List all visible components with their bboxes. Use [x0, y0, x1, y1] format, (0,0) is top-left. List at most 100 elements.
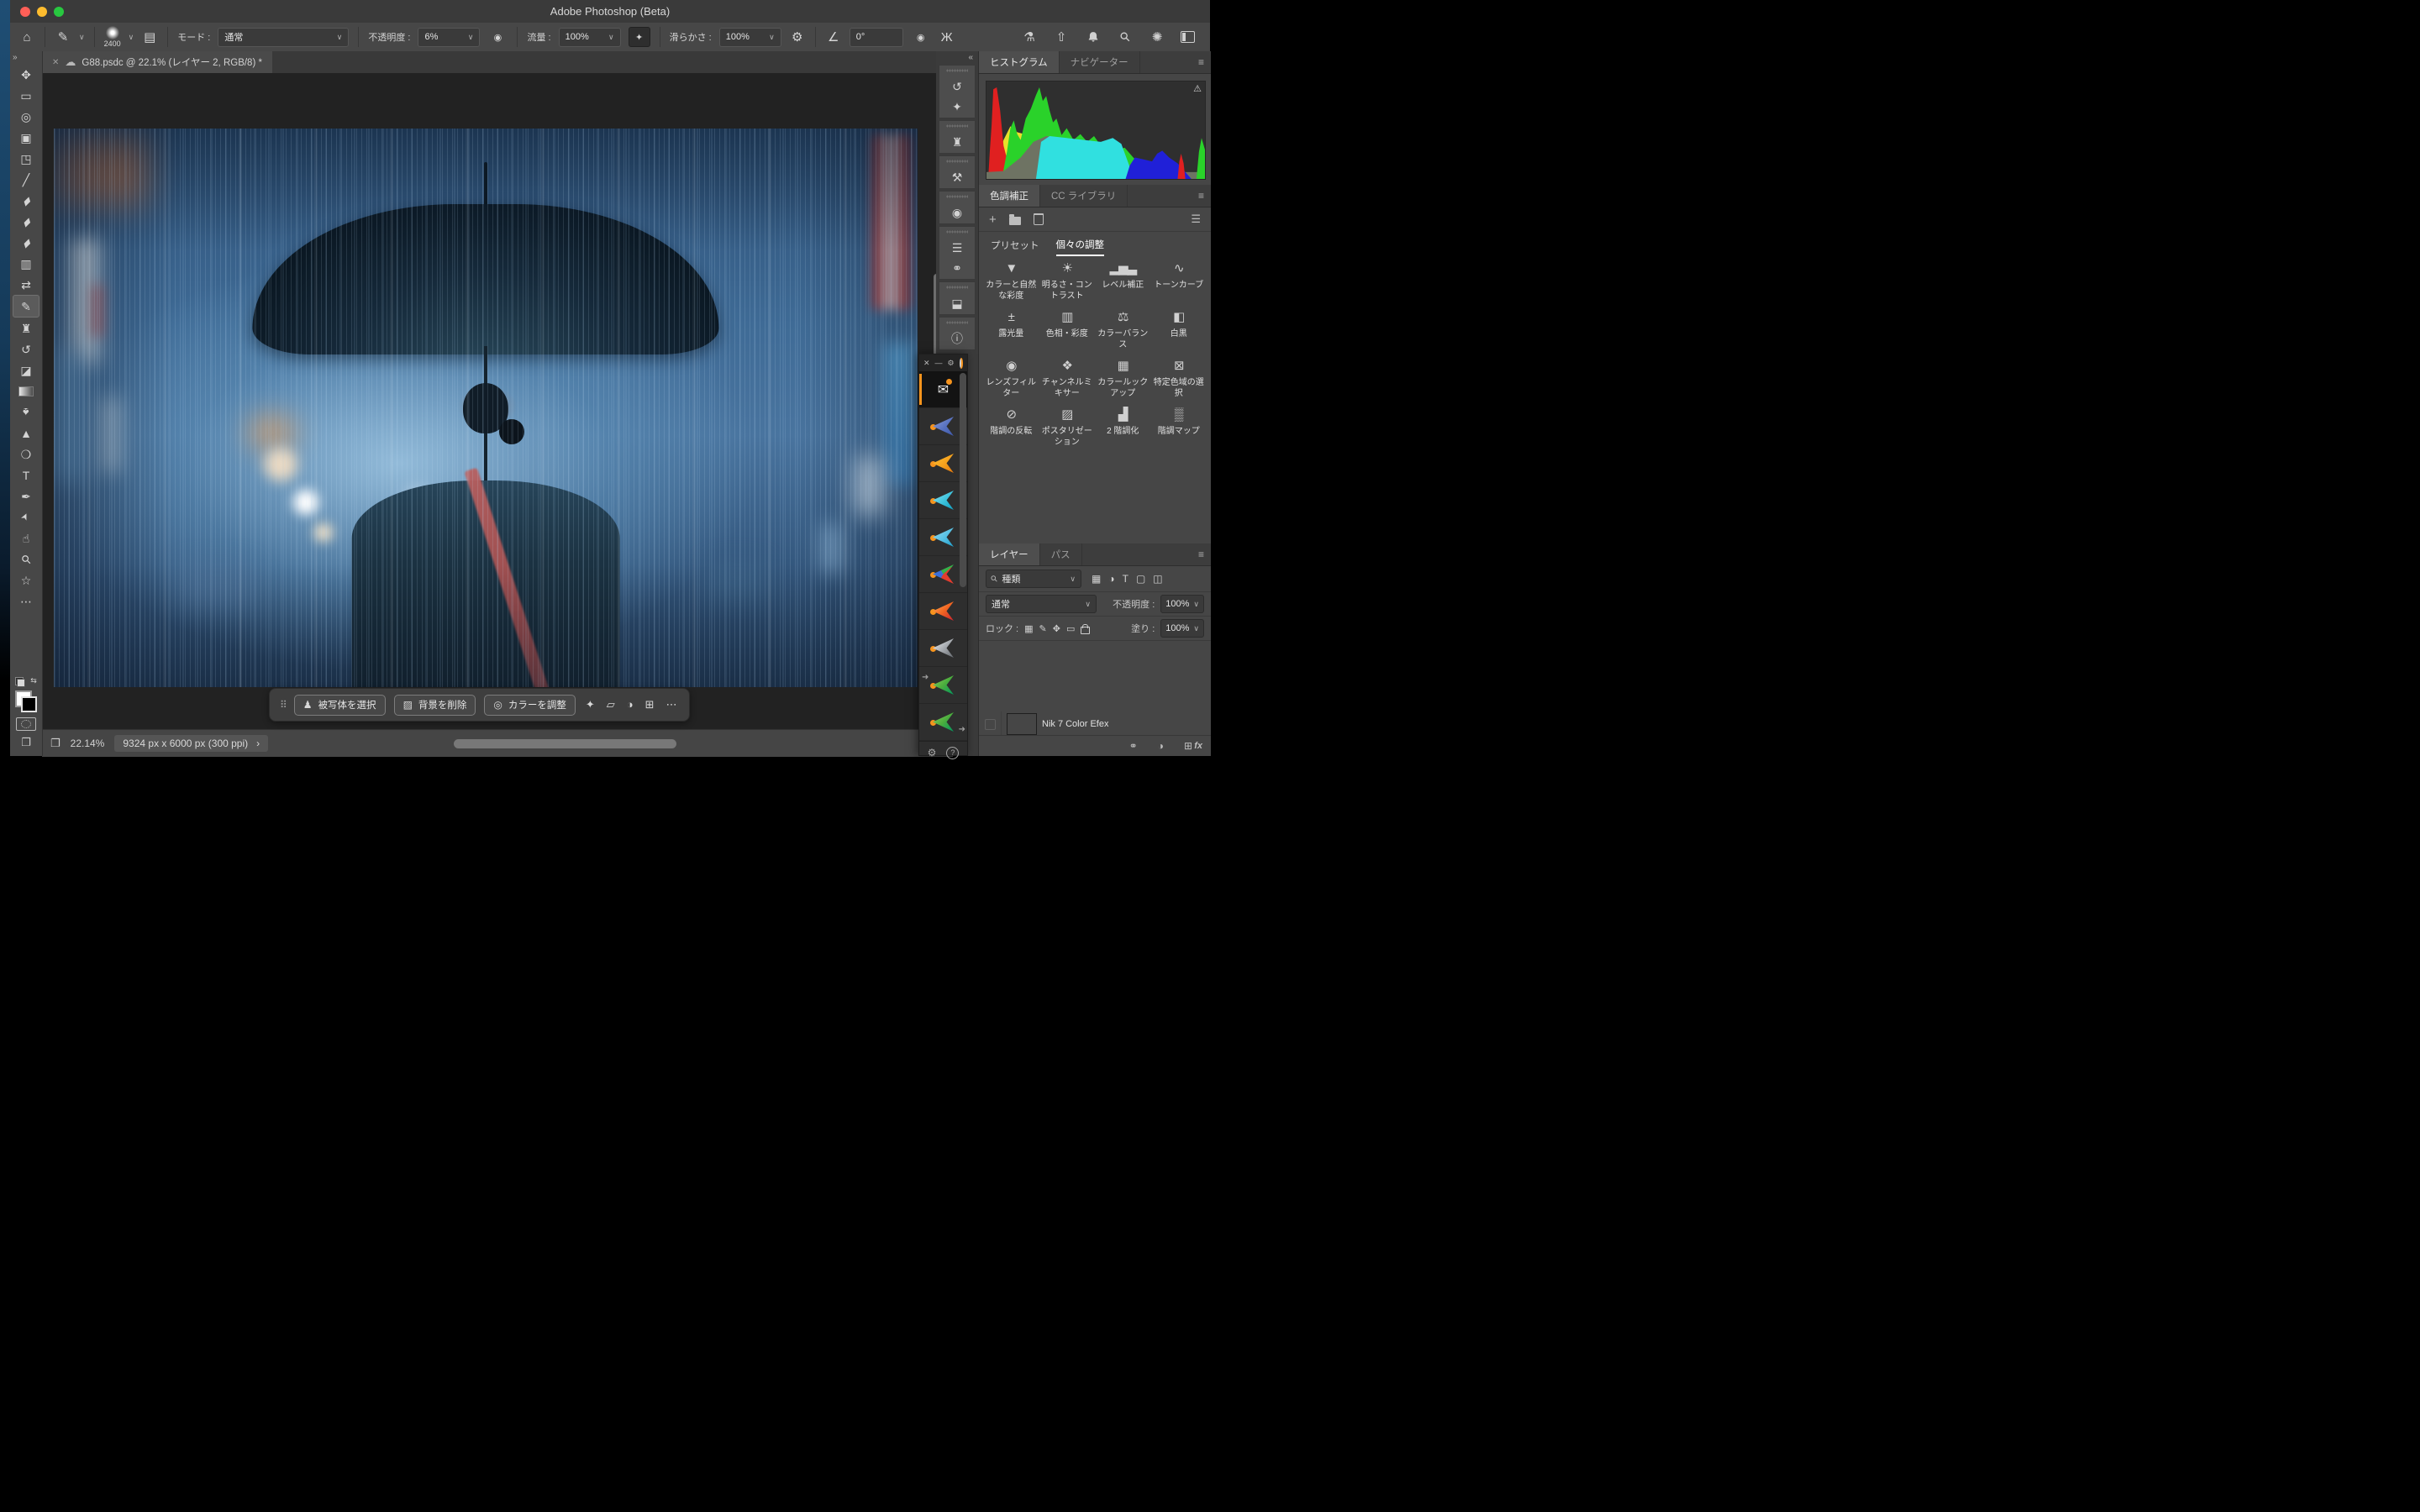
gear-icon[interactable]: ⚙ [928, 747, 937, 759]
adjustment-item[interactable]: ◉ レンズフィルター [983, 358, 1039, 399]
adjustment-item[interactable]: ❖ チャンネルミキサー [1039, 358, 1096, 399]
layer-style-icon[interactable]: fx [1194, 741, 1202, 751]
screen-mode-icon[interactable]: ❐ [50, 737, 60, 750]
trash-icon[interactable] [1034, 213, 1044, 225]
screen-mode-button[interactable]: ❐ [21, 736, 31, 749]
visibility-toggle[interactable] [979, 711, 1002, 736]
sharpen-tool[interactable]: ▲ [13, 423, 39, 444]
flow-select[interactable]: 100% ∨ [559, 28, 621, 47]
plugins-icon[interactable]: ⬓ [951, 297, 962, 309]
content-aware-move-tool[interactable]: ⇄ [13, 274, 39, 295]
transform-warp-icon[interactable]: ▱ [605, 698, 617, 711]
dodge-tool[interactable]: ❍ [13, 444, 39, 465]
adjust-color-button[interactable]: ◎ カラーを調整 [484, 695, 575, 716]
adjustment-item[interactable]: ☀ 明るさ・コントラスト [1039, 260, 1096, 302]
lock-artboard-icon[interactable]: ▭ [1066, 623, 1075, 634]
smoothing-options-gear-icon[interactable]: ⚙ [789, 29, 806, 45]
blend-mode-select[interactable]: 通常 ∨ [218, 28, 349, 47]
group-folder-icon[interactable] [1009, 217, 1021, 225]
pressure-size-toggle[interactable]: ◉ [911, 28, 931, 46]
filter-smart-objects-icon[interactable]: ◫ [1153, 573, 1162, 585]
settings-icon[interactable]: ⚙ [948, 359, 955, 368]
histogram-warning-icon[interactable]: ⚠ [1193, 83, 1202, 94]
tab-layers[interactable]: レイヤー [979, 543, 1040, 565]
adjustment-item[interactable]: ∿ トーンカーブ [1151, 260, 1207, 302]
minimize-icon[interactable]: — [935, 359, 943, 367]
eraser-tool[interactable]: ◪ [13, 360, 39, 381]
airbrush-toggle[interactable]: ✦ [629, 27, 650, 47]
adjustment-item[interactable]: ▟ 2 階調化 [1095, 407, 1151, 448]
history-brush-tool[interactable]: ↺ [13, 339, 39, 360]
zoom-window-button[interactable] [54, 7, 64, 17]
adjustment-item[interactable]: ⊠ 特定色域の選択 [1151, 358, 1207, 399]
adjustment-item[interactable]: ▒ 階調マップ [1151, 407, 1207, 448]
close-tab-icon[interactable]: ✕ [52, 58, 59, 67]
tool-presets-icon[interactable]: ⚒ [952, 171, 963, 183]
lock-transparency-icon[interactable]: ▦ [1024, 623, 1033, 634]
filter-adjustment-layers-icon[interactable]: ◑ [1108, 573, 1114, 585]
adjustments-sliders-icon[interactable]: ☰ [952, 242, 963, 254]
minimize-window-button[interactable] [37, 7, 47, 17]
pressure-opacity-toggle[interactable]: ◉ [487, 28, 508, 46]
blur-tool[interactable]: ♠ [13, 402, 39, 423]
new-layer-icon[interactable]: ⊞ [1184, 740, 1192, 752]
list-view-icon[interactable]: ☰ [1191, 213, 1201, 226]
pen-tool[interactable]: ✒ [13, 486, 39, 507]
edit-toolbar[interactable]: ⋯ [13, 591, 39, 612]
object-selection-tool[interactable]: ▣ [13, 127, 39, 148]
beta-feedback-icon[interactable]: ⚗ [1021, 29, 1038, 45]
ai-wand-icon[interactable]: ✦ [952, 101, 962, 113]
panel-menu-icon[interactable]: ≡ [1192, 51, 1211, 73]
more-options-icon[interactable]: ⋯ [665, 698, 679, 711]
nik-scrollbar[interactable] [960, 373, 966, 587]
quick-mask-button[interactable] [16, 717, 36, 731]
selection-brush-tool[interactable]: ◎ [13, 106, 39, 127]
adjustment-item[interactable]: ▼ カラーと自然な彩度 [983, 260, 1039, 302]
symmetry-icon[interactable]: Ж [939, 30, 955, 45]
chevron-down-icon[interactable]: ∨ [129, 33, 134, 42]
remove-tool[interactable]: ▰ [13, 190, 39, 211]
panel-menu-icon[interactable]: ≡ [1192, 185, 1211, 207]
layer-name[interactable]: Nik 7 Color Efex [1042, 719, 1108, 729]
adjustment-item[interactable]: ◧ 白黒 [1151, 309, 1207, 350]
move-tool[interactable]: ✥ [13, 64, 39, 85]
subtab-single-adjustments[interactable]: 個々の調整 [1056, 233, 1105, 256]
adjustment-item[interactable]: ▦ カラールックアップ [1095, 358, 1151, 399]
adjustment-item[interactable]: ± 露光量 [983, 309, 1039, 350]
nik-plugin-green-in[interactable]: ➜ [919, 667, 967, 704]
lock-position-icon[interactable]: ✥ [1053, 623, 1060, 634]
home-icon[interactable]: ⌂ [18, 30, 35, 45]
chevron-down-icon[interactable]: ∨ [79, 33, 85, 42]
lock-all-icon[interactable] [1081, 627, 1090, 634]
link-layers-icon[interactable]: ⚭ [1129, 740, 1138, 752]
color-swatches[interactable] [15, 690, 37, 712]
adjustment-item[interactable]: ⚖ カラーバランス [1095, 309, 1151, 350]
type-tool[interactable]: T [13, 465, 39, 486]
remove-background-button[interactable]: ▨ 背景を削除 [394, 695, 476, 716]
new-adjustment-layer-icon[interactable]: ◑ [1158, 740, 1164, 752]
subtab-presets[interactable]: プリセット [991, 234, 1039, 255]
smoothing-select[interactable]: 100% ∨ [719, 28, 781, 47]
zoom-level[interactable]: 22.14% [71, 738, 105, 749]
brush-preset-picker[interactable]: 2400 [104, 26, 121, 48]
healing-brush-tool[interactable]: ▰ [13, 232, 39, 253]
lock-pixels-icon[interactable]: ✎ [1039, 623, 1047, 634]
help-icon[interactable]: ? [946, 747, 959, 759]
brush-tool-icon[interactable]: ✎ [55, 29, 71, 45]
background-color-swatch[interactable] [21, 696, 37, 712]
brush-tool[interactable]: ✎ [13, 295, 39, 318]
clone-stamp-tool[interactable]: ♜ [13, 318, 39, 339]
document-info[interactable]: 9324 px x 6000 px (300 ppi) › [114, 735, 268, 752]
filter-shape-layers-icon[interactable]: ▢ [1136, 573, 1145, 585]
workspace-switcher-icon[interactable] [1181, 31, 1195, 43]
layer-thumbnail[interactable] [1007, 713, 1037, 735]
tab-adjustments[interactable]: 色調補正 [979, 185, 1040, 207]
generative-wand-icon[interactable]: ✦ [584, 698, 597, 711]
dock-collapse[interactable]: « [936, 51, 978, 63]
opacity-select[interactable]: 6% ∨ [418, 28, 480, 47]
adjustment-item[interactable]: ▨ ポスタリゼーション [1039, 407, 1096, 448]
panel-menu-icon[interactable]: ≡ [1192, 543, 1211, 565]
canvas-horizontal-scrollbar[interactable] [454, 739, 676, 748]
tab-cc-libraries[interactable]: CC ライブラリ [1040, 185, 1128, 207]
layer-row[interactable]: ⚭ Nik 7 Color Efex [979, 711, 1211, 736]
